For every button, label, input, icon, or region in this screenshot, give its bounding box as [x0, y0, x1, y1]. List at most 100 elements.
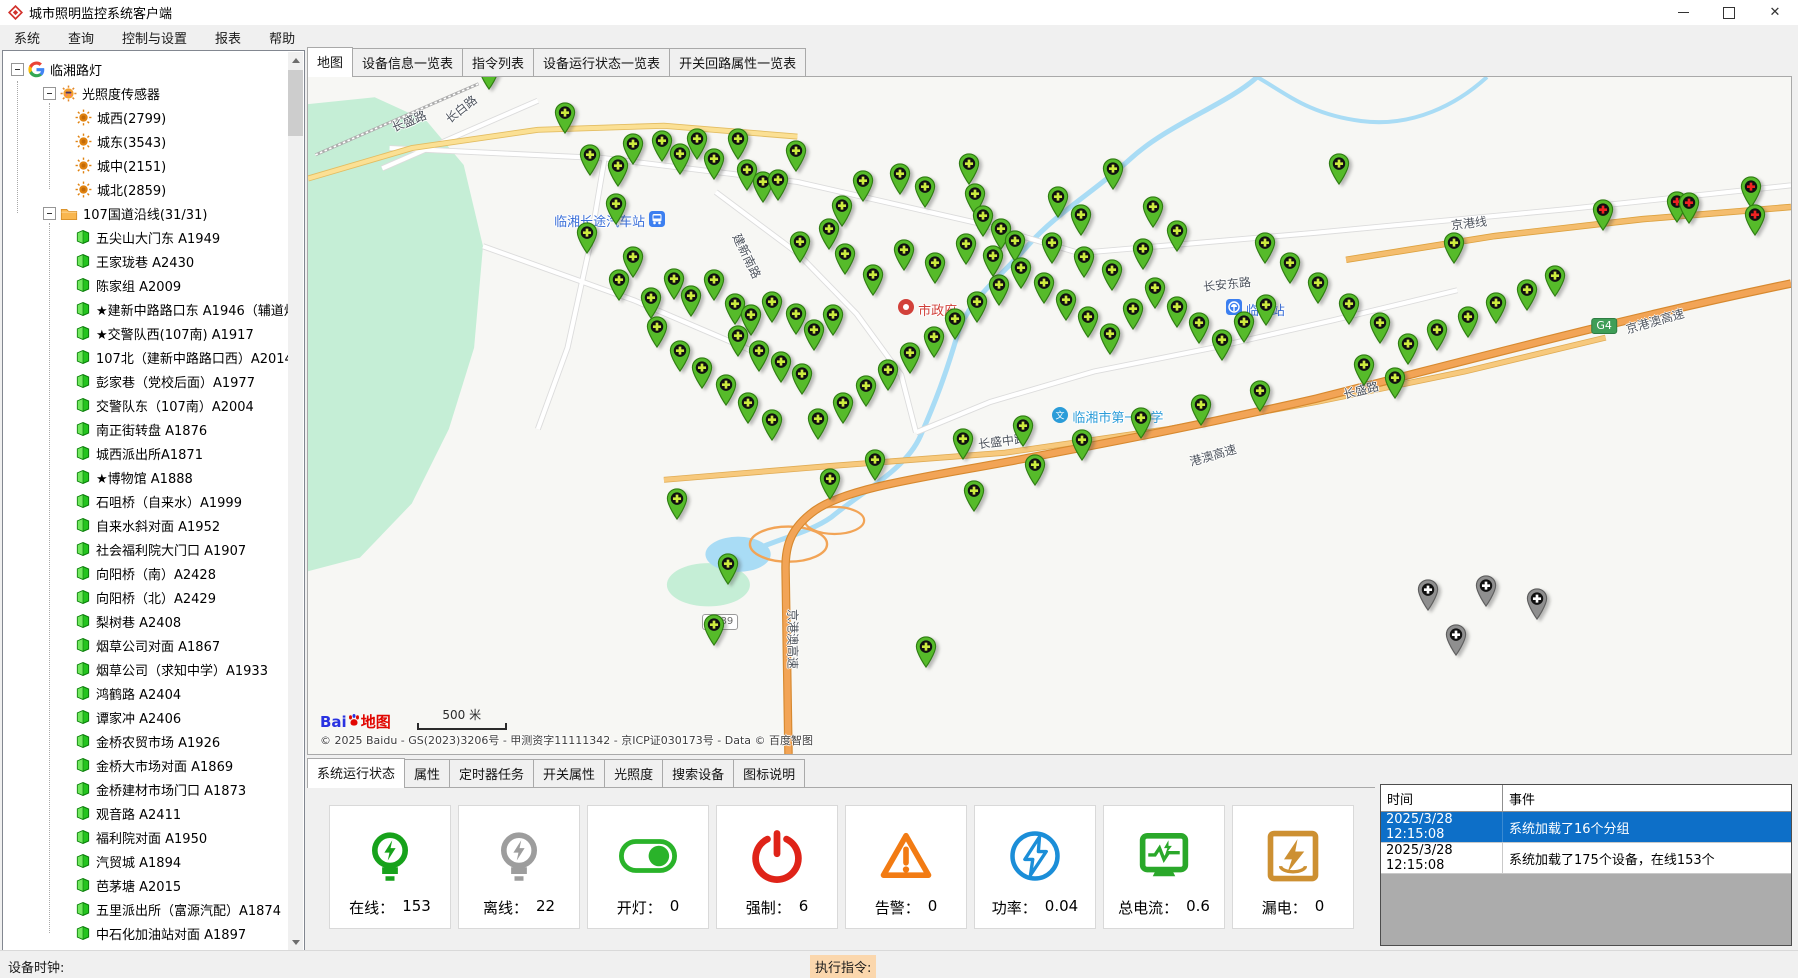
menu-item-帮助[interactable]: 帮助 [255, 25, 309, 50]
map-pin-online[interactable] [1032, 272, 1055, 308]
tree-node[interactable]: 五里派出所（富源汽配）A1874 [3, 897, 288, 921]
tree-node[interactable]: 王家珑巷 A2430 [3, 249, 288, 273]
tab-status-5[interactable]: 搜索设备 [662, 759, 734, 787]
map-pin-online[interactable] [1041, 232, 1064, 268]
map-pin-alarm[interactable] [1591, 199, 1614, 235]
event-row[interactable]: 2025/3/28 12:15:08系统加载了16个分组 [1381, 812, 1791, 843]
map-pin-online[interactable] [1166, 220, 1189, 256]
event-log-table[interactable]: 时间 事件 2025/3/28 12:15:08系统加载了16个分组2025/3… [1380, 784, 1792, 946]
map-pin-online[interactable] [1338, 293, 1361, 329]
map-pin-online[interactable] [669, 340, 692, 376]
tree-node[interactable]: 向阳桥（北）A2429 [3, 585, 288, 609]
map-pin-online[interactable] [1189, 394, 1212, 430]
map-pin-alarm[interactable] [1677, 192, 1700, 228]
map-view[interactable]: 长白路长盛路建新南路京港线长安东路京港澳高速长盛路长盛中路港澳高速京港澳高速G4… [307, 77, 1792, 755]
map-pin-online[interactable] [1072, 246, 1095, 282]
tree-expand-toggle[interactable] [43, 87, 56, 100]
map-pin-online[interactable] [1069, 204, 1092, 240]
map-pin-online[interactable] [605, 193, 628, 229]
map-pin-offline[interactable] [1474, 575, 1497, 611]
map-pin-online[interactable] [819, 468, 842, 504]
tree-node[interactable]: 中石化加油站对面 A1897 [3, 921, 288, 945]
scrollbar-thumb[interactable] [288, 70, 303, 136]
tree-node[interactable]: 交警队东（107南）A2004 [3, 393, 288, 417]
map-pin-online[interactable] [553, 102, 576, 138]
tree-node[interactable]: 社会福利院大门口 A1907 [3, 537, 288, 561]
tree-node[interactable]: 向阳桥（南）A2428 [3, 561, 288, 585]
map-pin-online[interactable] [821, 304, 844, 340]
map-pin-online[interactable] [1255, 294, 1278, 330]
map-pin-online[interactable] [1306, 272, 1329, 308]
map-pin-online[interactable] [761, 291, 784, 327]
tree-node[interactable]: 烟草公司对面 A1867 [3, 633, 288, 657]
tree-node[interactable]: 彭家巷（党校后面）A1977 [3, 369, 288, 393]
tree-node[interactable]: 自来水斜对面 A1952 [3, 513, 288, 537]
tab-view-3[interactable]: 设备运行状态一览表 [533, 48, 670, 76]
map-pin-online[interactable] [1249, 380, 1272, 416]
map-pin-online[interactable] [899, 342, 922, 378]
map-pin-online[interactable] [703, 148, 726, 184]
map-pin-online[interactable] [1232, 311, 1255, 347]
map-pin-online[interactable] [789, 231, 812, 267]
map-pin-online[interactable] [863, 449, 886, 485]
map-pin-online[interactable] [1327, 153, 1350, 189]
map-pin-online[interactable] [691, 357, 714, 393]
map-pin-online[interactable] [915, 636, 938, 672]
map-pin-online[interactable] [1131, 238, 1154, 274]
tree-node[interactable]: 城中(2151) [3, 153, 288, 177]
map-pin-alarm[interactable] [1744, 204, 1767, 240]
map-pin-online[interactable] [575, 222, 598, 258]
map-pin-online[interactable] [876, 359, 899, 395]
map-pin-online[interactable] [578, 144, 601, 180]
map-pin-online[interactable] [1352, 354, 1375, 390]
menu-item-查询[interactable]: 查询 [54, 25, 108, 50]
map-pin-online[interactable] [1143, 277, 1166, 313]
map-pin-online[interactable] [1054, 289, 1077, 325]
map-pin-online[interactable] [608, 269, 631, 305]
minimize-button[interactable] [1660, 0, 1706, 25]
tree-node[interactable]: 汽贸城 A1894 [3, 849, 288, 873]
map-pin-online[interactable] [727, 128, 750, 164]
map-pin-online[interactable] [679, 285, 702, 321]
map-pin-offline[interactable] [1526, 588, 1549, 624]
map-pin-online[interactable] [1047, 186, 1070, 222]
tree-node[interactable]: 城西(2799) [3, 105, 288, 129]
map-pin-online[interactable] [1071, 429, 1094, 465]
map-pin-online[interactable] [1010, 257, 1033, 293]
map-pin-online[interactable] [1100, 259, 1123, 295]
map-pin-online[interactable] [1166, 296, 1189, 332]
tree-node[interactable]: ★建新中路路口东 A1946（辅道灯） [3, 297, 288, 321]
tree-node[interactable]: 陈家组 A2009 [3, 273, 288, 297]
tree-node[interactable]: 城西派出所A1871 [3, 441, 288, 465]
tab-view-0[interactable]: 地图 [307, 47, 353, 77]
tree-node[interactable]: 城东(3543) [3, 129, 288, 153]
tree-node[interactable]: 金桥大市场对面 A1869 [3, 753, 288, 777]
map-pin-online[interactable] [888, 163, 911, 199]
map-pin-online[interactable] [832, 392, 855, 428]
map-pin-online[interactable] [770, 351, 793, 387]
menu-item-报表[interactable]: 报表 [201, 25, 255, 50]
map-pin-online[interactable] [1130, 407, 1153, 443]
tree-expand-toggle[interactable] [11, 63, 24, 76]
map-pin-online[interactable] [1253, 232, 1276, 268]
map-pin-online[interactable] [761, 409, 784, 445]
map-pin-online[interactable] [982, 245, 1005, 281]
menu-item-控制与设置[interactable]: 控制与设置 [108, 25, 201, 50]
tab-status-0[interactable]: 系统运行状态 [307, 758, 405, 788]
tree-node[interactable]: 107国道沿线(31/31) [3, 201, 288, 225]
tree-node[interactable]: 临湘路灯 [3, 57, 288, 81]
map-pin-online[interactable] [943, 308, 966, 344]
tree-node[interactable]: 金桥农贸市场 A1926 [3, 729, 288, 753]
map-pin-online[interactable] [666, 488, 689, 524]
map-pin-online[interactable] [784, 140, 807, 176]
tab-status-2[interactable]: 定时器任务 [449, 759, 534, 787]
tree-node[interactable]: 烟草公司（求知中学）A1933 [3, 657, 288, 681]
tree-node[interactable]: 福利院对面 A1950 [3, 825, 288, 849]
tree-scrollbar[interactable] [288, 52, 303, 950]
tree-node[interactable]: ★博物馆 A1888 [3, 465, 288, 489]
map-pin-online[interactable] [1023, 454, 1046, 490]
map-pin-online[interactable] [962, 480, 985, 516]
tab-status-6[interactable]: 图标说明 [733, 759, 805, 787]
map-pin-online[interactable] [727, 325, 750, 361]
map-pin-online[interactable] [1443, 232, 1466, 268]
